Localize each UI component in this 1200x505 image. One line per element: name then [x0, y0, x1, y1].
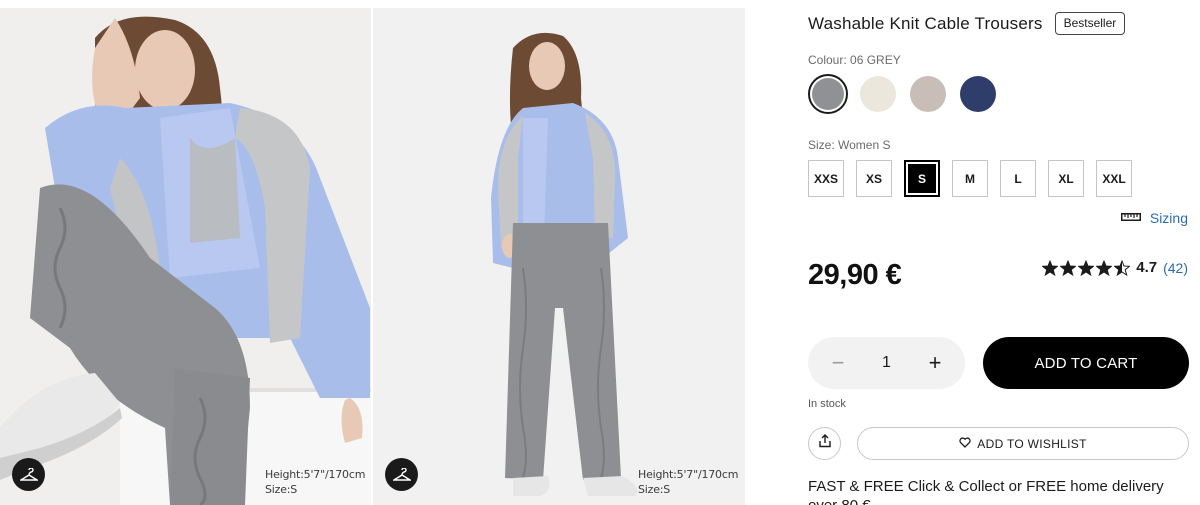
colour-label: Colour: 06 GREY — [808, 53, 901, 67]
add-to-wishlist-button[interactable]: ADD TO WISHLIST — [857, 427, 1189, 460]
size-option[interactable]: M — [952, 160, 988, 197]
model-info: Height:5'7"/170cm Size:S — [638, 467, 738, 497]
hanger-icon-button[interactable] — [385, 458, 418, 491]
colour-swatch[interactable] — [858, 74, 898, 114]
size-option[interactable]: XXL — [1096, 160, 1132, 197]
hanger-icon — [19, 467, 38, 482]
quantity-value[interactable]: 1 — [882, 354, 891, 372]
heart-icon — [959, 436, 971, 451]
delivery-info: FAST & FREE Click & Collect or FREE home… — [808, 478, 1164, 505]
product-panel: Washable Knit Cable Trousers Bestseller … — [808, 0, 1200, 505]
colour-swatch-fill — [960, 76, 996, 112]
bestseller-badge: Bestseller — [1054, 12, 1126, 35]
size-options: XXS XS S M L XL XXL — [808, 160, 1132, 197]
size-option[interactable]: L — [1000, 160, 1036, 197]
price: 29,90 € — [808, 259, 902, 291]
title-row: Washable Knit Cable Trousers Bestseller — [808, 12, 1126, 35]
colour-swatch-fill — [812, 78, 844, 110]
colour-swatch-fill — [910, 76, 946, 112]
quantity-decrease-button[interactable]: − — [826, 352, 850, 374]
model-size: Size:S — [265, 483, 298, 496]
size-label: Size: Women S — [808, 138, 891, 152]
colour-swatches — [808, 74, 998, 114]
rating-count[interactable]: (42) — [1163, 260, 1188, 276]
colour-swatch[interactable] — [958, 74, 998, 114]
ruler-icon — [1120, 209, 1141, 227]
stock-status: In stock — [808, 398, 846, 410]
wishlist-label: ADD TO WISHLIST — [977, 436, 1087, 451]
size-option[interactable]: XL — [1048, 160, 1084, 197]
share-icon — [818, 434, 832, 453]
rating-stars — [1042, 259, 1131, 276]
product-title: Washable Knit Cable Trousers — [808, 13, 1043, 33]
hanger-icon — [392, 467, 411, 482]
rating-score: 4.7 — [1136, 259, 1158, 276]
size-option[interactable]: S — [904, 160, 940, 197]
size-option[interactable]: XXS — [808, 160, 844, 197]
sizing-link[interactable]: Sizing — [1120, 209, 1188, 227]
product-image-1[interactable]: Height:5'7"/170cm Size:S — [0, 8, 371, 505]
colour-swatch[interactable] — [808, 74, 848, 114]
star-icon — [1060, 259, 1077, 276]
model-height: Height:5'7"/170cm — [638, 468, 739, 481]
colour-swatch-fill — [860, 76, 896, 112]
model-size: Size:S — [638, 483, 671, 496]
share-button[interactable] — [808, 427, 841, 460]
star-icon — [1042, 259, 1059, 276]
colour-swatch[interactable] — [908, 74, 948, 114]
quantity-increase-button[interactable]: + — [923, 352, 947, 374]
product-photo-seated — [0, 8, 371, 505]
sizing-link-label: Sizing — [1149, 210, 1188, 226]
star-icon — [1078, 259, 1095, 276]
quantity-stepper: − 1 + — [808, 337, 965, 389]
product-image-2[interactable]: Height:5'7"/170cm Size:S — [373, 8, 745, 505]
star-icon — [1096, 259, 1113, 276]
hanger-icon-button[interactable] — [12, 458, 45, 491]
product-photo-standing — [373, 8, 745, 505]
rating[interactable]: 4.7 (42) — [1042, 259, 1188, 276]
model-info: Height:5'7"/170cm Size:S — [265, 467, 365, 497]
model-height: Height:5'7"/170cm — [265, 468, 366, 481]
add-to-cart-button[interactable]: ADD TO CART — [983, 337, 1189, 389]
star-icon — [1114, 259, 1131, 276]
size-option[interactable]: XS — [856, 160, 892, 197]
